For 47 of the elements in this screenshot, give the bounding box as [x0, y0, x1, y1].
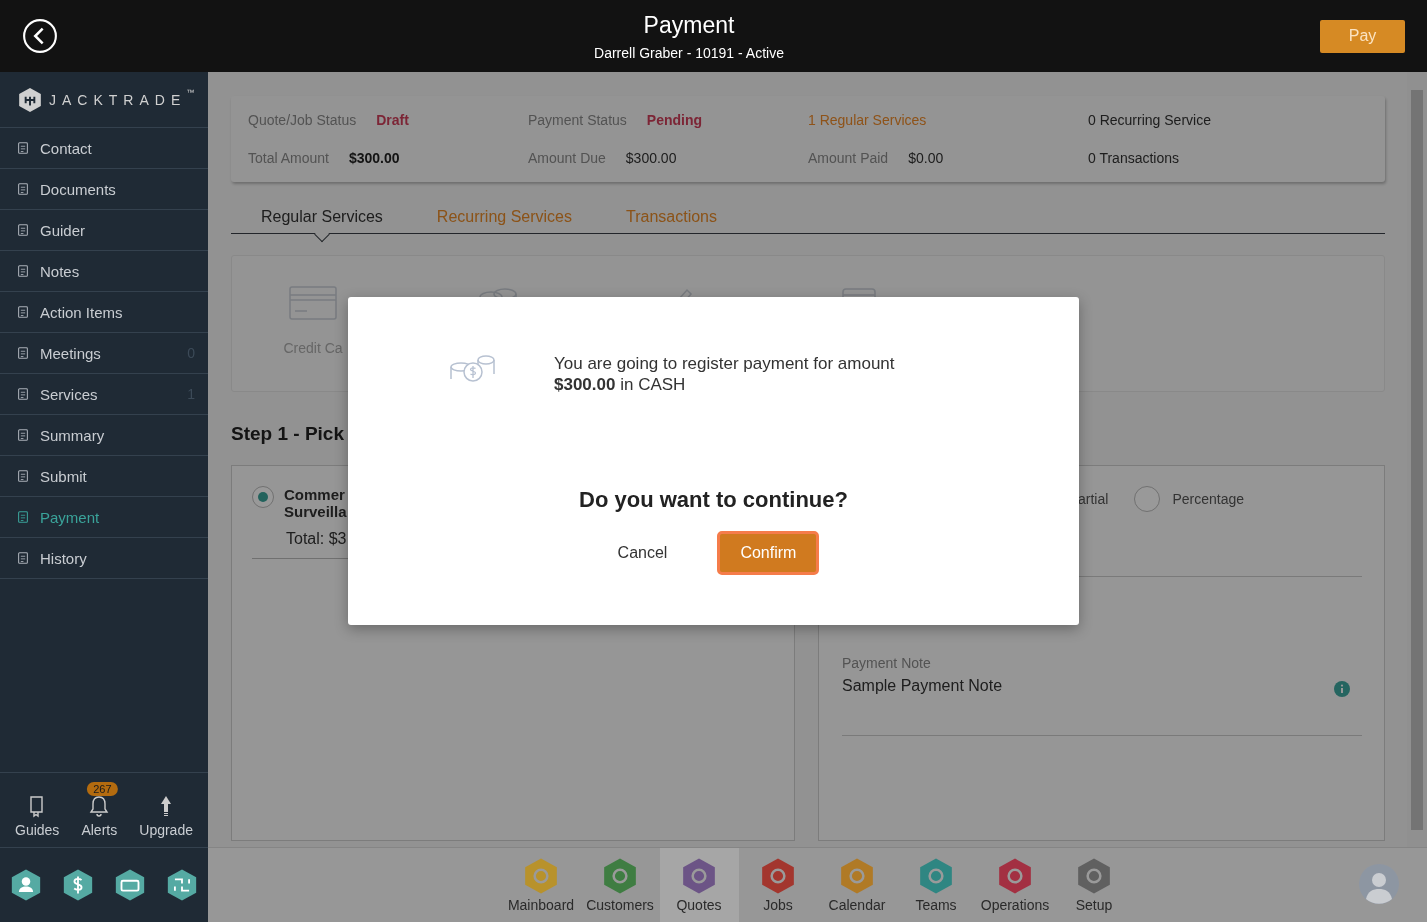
info-icon[interactable] [1334, 681, 1350, 697]
alert-count-badge: 267 [87, 782, 118, 796]
back-icon[interactable] [22, 18, 58, 54]
dollar-icon[interactable] [61, 868, 95, 902]
nav-item[interactable]: Operations [975, 848, 1055, 922]
summary-value: $0.00 [908, 150, 944, 166]
summary-value: $300.00 [348, 150, 400, 166]
summary-value: $300.00 [625, 150, 677, 166]
summary-label: Quote/Job Status [248, 112, 357, 128]
radio-button[interactable] [1134, 486, 1161, 512]
nav-item[interactable]: Jobs [738, 848, 818, 922]
nav-item[interactable]: Customers [580, 848, 660, 922]
credit-card-icon[interactable] [289, 286, 337, 320]
tab[interactable]: Regular Services [261, 198, 383, 233]
coins-icon [448, 353, 496, 385]
logo-icon [17, 86, 43, 113]
sidebar-action[interactable]: Guides [11, 782, 64, 838]
sidebar-action[interactable]: Alerts 267 [77, 782, 122, 838]
sidebar-action[interactable]: Upgrade [135, 782, 197, 838]
dialog-question: Do you want to continue? [579, 487, 848, 513]
summary-label: Total Amount [248, 150, 329, 166]
page-subtitle: Darrell Graber - 10191 - Active [593, 44, 785, 61]
nav-item[interactable]: Setup [1054, 848, 1134, 922]
cash-icon[interactable] [113, 868, 147, 902]
summary-value: Pending [646, 112, 703, 128]
dialog-message: You are going to register payment for amount $300.00 in CASH [554, 353, 896, 395]
nav-item[interactable]: Calendar [817, 848, 897, 922]
avatar[interactable] [1359, 864, 1399, 904]
summary-value: 0 Recurring Service [1088, 112, 1211, 128]
nav-item[interactable]: Mainboard [501, 848, 581, 922]
payment-note-field[interactable]: Payment Note Sample Payment Note [842, 655, 1362, 736]
nav-item[interactable]: Teams [896, 848, 976, 922]
radio-button[interactable] [252, 486, 274, 508]
radio-label: Percentage [1172, 490, 1244, 507]
summary-label: Amount Paid [808, 150, 889, 166]
nav-item[interactable]: Quotes [659, 848, 739, 922]
confirm-button[interactable]: Confirm [717, 531, 820, 575]
summary-value: 0 Transactions [1088, 150, 1180, 166]
logo-text: JACKTRADE [49, 91, 187, 108]
step-heading: Step 1 - Pick [231, 423, 345, 445]
summary-label: Payment Status [528, 112, 627, 128]
radio-label: artial [1078, 490, 1109, 507]
trademark-text: ™ [186, 88, 195, 97]
service-name: Commer Surveilla [284, 486, 347, 520]
summary-value: Draft [376, 112, 409, 128]
summary-label: Amount Due [528, 150, 606, 166]
page-title: Payment [642, 11, 736, 39]
